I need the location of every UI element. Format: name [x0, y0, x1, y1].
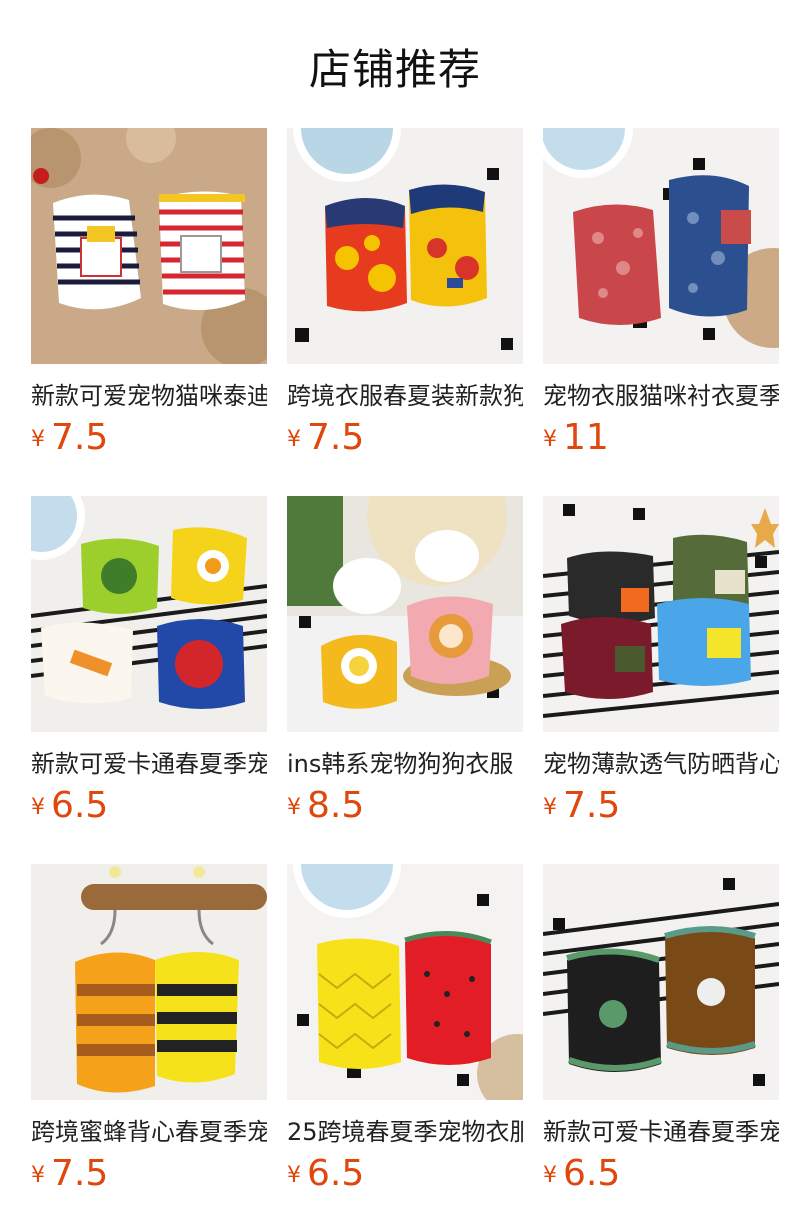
currency-symbol: ¥ [31, 795, 45, 820]
product-image[interactable] [543, 864, 779, 1100]
product-name[interactable]: 宠物衣服猫咪衬衣夏季 [543, 376, 779, 411]
currency-symbol: ¥ [543, 427, 557, 452]
product-name[interactable]: 25跨境春夏季宠物衣服 [287, 1112, 523, 1147]
product-name[interactable]: 宠物薄款透气防晒背心 [543, 744, 779, 779]
product-price: ¥6.5 [287, 1153, 523, 1194]
price-value: 7.5 [563, 785, 621, 826]
product-price: ¥7.5 [31, 417, 267, 458]
product-image[interactable] [543, 128, 779, 364]
product-price: ¥8.5 [287, 785, 523, 826]
product-card[interactable]: 跨境蜜蜂背心春夏季宠 ¥7.5 [31, 864, 267, 1194]
product-price: ¥6.5 [543, 1153, 779, 1194]
currency-symbol: ¥ [543, 1163, 557, 1188]
price-value: 6.5 [307, 1153, 365, 1194]
product-card[interactable]: 宠物薄款透气防晒背心 ¥7.5 [543, 496, 779, 826]
product-image[interactable] [287, 496, 523, 732]
product-card[interactable]: 新款可爱卡通春夏季宠 ¥6.5 [31, 496, 267, 826]
price-value: 7.5 [51, 1153, 109, 1194]
currency-symbol: ¥ [31, 1163, 45, 1188]
product-image[interactable] [543, 496, 779, 732]
product-price: ¥7.5 [543, 785, 779, 826]
currency-symbol: ¥ [31, 427, 45, 452]
product-name[interactable]: 跨境蜜蜂背心春夏季宠 [31, 1112, 267, 1147]
product-price: ¥11 [543, 417, 779, 458]
price-value: 11 [563, 417, 609, 458]
product-image[interactable] [31, 864, 267, 1100]
product-image[interactable] [287, 864, 523, 1100]
currency-symbol: ¥ [287, 427, 301, 452]
currency-symbol: ¥ [287, 1163, 301, 1188]
page-title: 店铺推荐 [308, 45, 481, 94]
price-value: 7.5 [307, 417, 365, 458]
currency-symbol: ¥ [543, 795, 557, 820]
product-name[interactable]: 新款可爱卡通春夏季宠 [543, 1112, 779, 1147]
product-card[interactable]: 25跨境春夏季宠物衣服 ¥6.5 [287, 864, 523, 1194]
product-name[interactable]: 跨境衣服春夏装新款狗 [287, 376, 523, 411]
price-value: 6.5 [51, 785, 109, 826]
product-price: ¥6.5 [31, 785, 267, 826]
product-image[interactable] [287, 128, 523, 364]
product-name[interactable]: ins韩系宠物狗狗衣服 [287, 744, 523, 779]
price-value: 7.5 [51, 417, 109, 458]
product-card[interactable]: 新款可爱宠物猫咪泰迪 ¥7.5 [31, 128, 267, 458]
product-card[interactable]: 跨境衣服春夏装新款狗 ¥7.5 [287, 128, 523, 458]
product-image[interactable] [31, 128, 267, 364]
price-value: 6.5 [563, 1153, 621, 1194]
currency-symbol: ¥ [287, 795, 301, 820]
product-price: ¥7.5 [31, 1153, 267, 1194]
product-card[interactable]: 新款可爱卡通春夏季宠 ¥6.5 [543, 864, 779, 1194]
product-name[interactable]: 新款可爱宠物猫咪泰迪 [31, 376, 267, 411]
product-card[interactable]: ins韩系宠物狗狗衣服 ¥8.5 [287, 496, 523, 826]
price-value: 8.5 [307, 785, 365, 826]
product-card[interactable]: 宠物衣服猫咪衬衣夏季 ¥11 [543, 128, 779, 458]
product-price: ¥7.5 [287, 417, 523, 458]
product-image[interactable] [31, 496, 267, 732]
product-name[interactable]: 新款可爱卡通春夏季宠 [31, 744, 267, 779]
